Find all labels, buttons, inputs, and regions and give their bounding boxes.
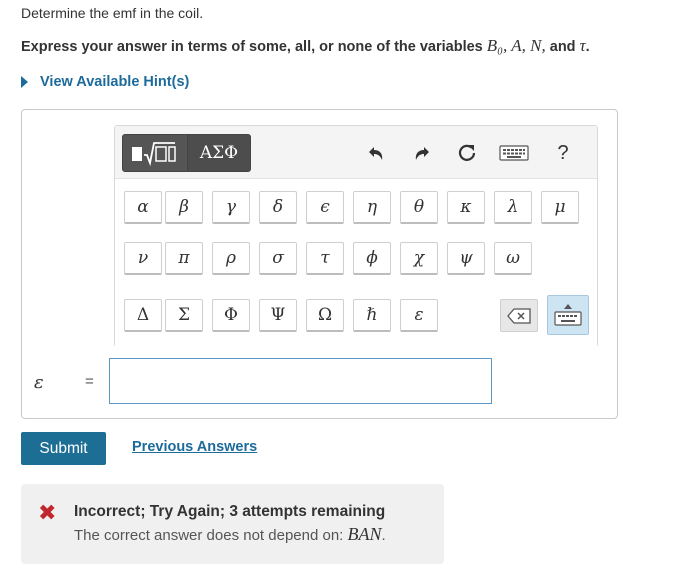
x-icon: ✖	[38, 500, 57, 525]
feedback-title: Incorrect; Try Again; 3 attempts remaini…	[74, 503, 386, 520]
key-capital-omega[interactable]: Ω	[306, 299, 344, 332]
feedback-detail: The correct answer does not depend on: B…	[74, 524, 386, 545]
feedback-box: ✖ Incorrect; Try Again; 3 attempts remai…	[21, 484, 444, 564]
template-icon	[132, 142, 176, 167]
key-capital-phi[interactable]: Φ	[212, 299, 250, 332]
backspace-icon	[507, 307, 531, 324]
key-hbar[interactable]: ℏ	[353, 299, 391, 332]
keyboard-toggle-button[interactable]	[547, 295, 589, 335]
key-psi[interactable]: ψ	[447, 242, 485, 275]
key-sigma[interactable]: σ	[259, 242, 297, 275]
key-theta[interactable]: θ	[400, 191, 438, 224]
undo-button[interactable]	[361, 139, 389, 167]
answer-instructions: Express your answer in terms of some, al…	[21, 36, 590, 56]
key-gamma[interactable]: γ	[212, 191, 250, 224]
key-epsilon[interactable]: ϵ	[306, 191, 344, 224]
key-varepsilon[interactable]: ε	[400, 299, 438, 332]
feedback-vars: BAN	[347, 524, 382, 544]
variables-list: B₀, A, N,	[486, 36, 546, 55]
key-capital-sigma[interactable]: Σ	[165, 299, 203, 332]
answer-panel: ΑΣΦ ? α β γ δ ϵ η θ κ λ μ ν π ρ σ τ ϕ χ …	[21, 109, 618, 419]
backspace-button[interactable]	[500, 299, 538, 332]
keyboard-keys: α β γ δ ϵ η θ κ λ μ ν π ρ σ τ ϕ χ ψ ω Δ …	[115, 179, 597, 347]
keyboard-toolbar: ΑΣΦ ?	[115, 126, 597, 179]
instructions-text: Express your answer in terms of some, al…	[21, 39, 487, 55]
math-keyboard: ΑΣΦ ? α β γ δ ϵ η θ κ λ μ ν π ρ σ τ ϕ χ …	[114, 125, 598, 347]
keyboard-shortcuts-icon	[499, 145, 529, 161]
key-delta[interactable]: δ	[259, 191, 297, 224]
help-icon: ?	[557, 141, 569, 164]
keyboard-icon	[554, 304, 582, 326]
key-kappa[interactable]: κ	[447, 191, 485, 224]
key-omega[interactable]: ω	[494, 242, 532, 275]
and-text: and	[545, 39, 580, 55]
previous-answers-link[interactable]: Previous Answers	[132, 439, 257, 455]
reset-button[interactable]	[453, 139, 481, 167]
greek-toggle-button[interactable]: ΑΣΦ	[187, 134, 251, 172]
redo-button[interactable]	[409, 139, 437, 167]
instructions-period: .	[585, 39, 590, 55]
feedback-detail-text: The correct answer does not depend on:	[74, 527, 348, 544]
key-tau[interactable]: τ	[306, 242, 344, 275]
caret-right-icon	[21, 76, 28, 88]
feedback-detail-period: .	[381, 527, 386, 544]
key-phi[interactable]: ϕ	[353, 242, 391, 275]
key-pi[interactable]: π	[165, 242, 203, 275]
templates-button[interactable]	[122, 134, 188, 172]
submit-button[interactable]: Submit	[21, 432, 106, 465]
key-eta[interactable]: η	[353, 191, 391, 224]
key-beta[interactable]: β	[165, 191, 203, 224]
key-lambda[interactable]: λ	[494, 191, 532, 224]
keyboard-shortcuts-button[interactable]	[497, 139, 531, 167]
key-chi[interactable]: χ	[400, 242, 438, 275]
redo-icon	[415, 147, 429, 160]
key-mu[interactable]: μ	[541, 191, 579, 224]
reset-icon	[458, 144, 476, 161]
key-alpha[interactable]: α	[124, 191, 162, 224]
key-rho[interactable]: ρ	[212, 242, 250, 275]
equals-sign: =	[85, 373, 94, 390]
view-hints-label: View Available Hint(s)	[40, 74, 190, 90]
key-capital-psi[interactable]: Ψ	[259, 299, 297, 332]
question-prompt: Determine the emf in the coil.	[21, 5, 204, 21]
undo-icon	[369, 147, 383, 160]
key-nu[interactable]: ν	[124, 242, 162, 275]
view-hints-toggle[interactable]: View Available Hint(s)	[21, 74, 189, 90]
emf-symbol: ε	[34, 372, 44, 393]
answer-input[interactable]	[109, 358, 492, 404]
help-button[interactable]: ?	[549, 139, 577, 167]
key-capital-delta[interactable]: Δ	[124, 299, 162, 332]
